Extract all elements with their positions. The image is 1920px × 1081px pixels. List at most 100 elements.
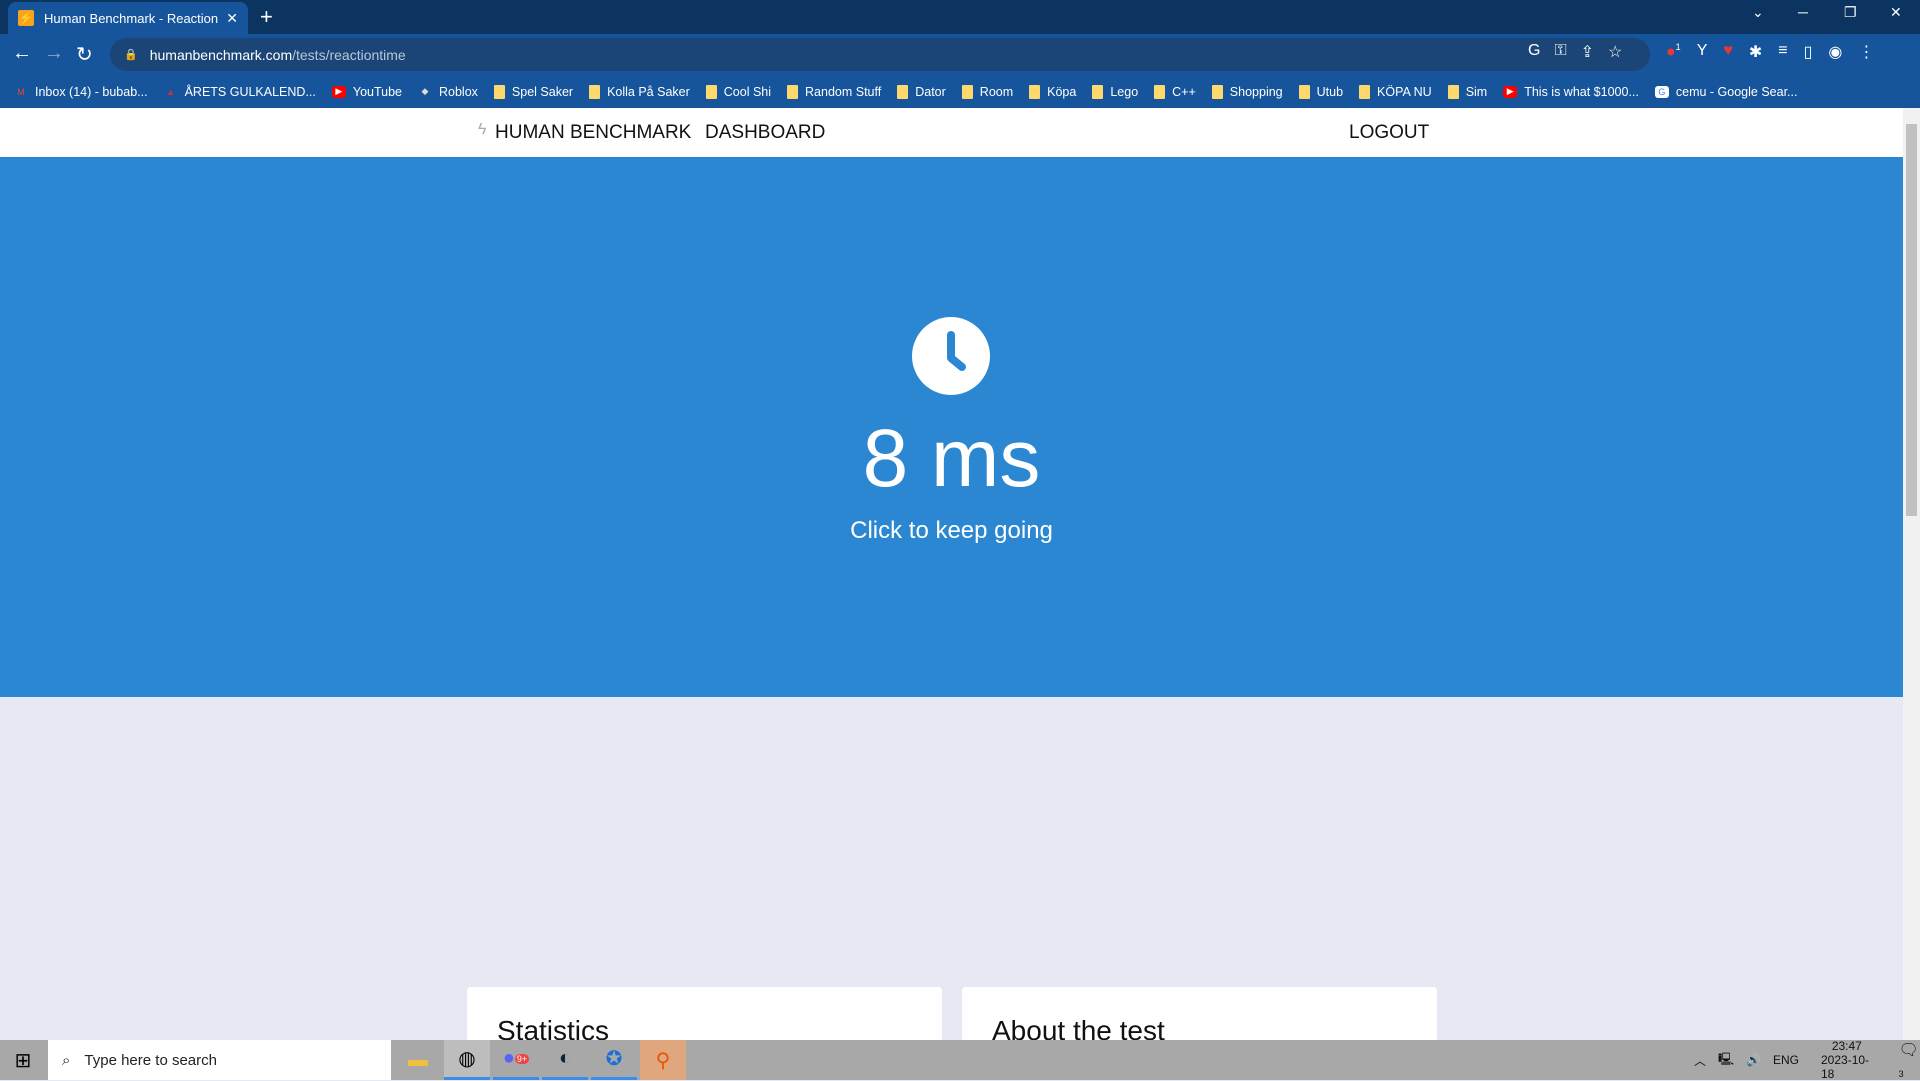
bookmark[interactable]: ▶ This is what $1000...: [1503, 85, 1639, 99]
bookmark-label: Room: [979, 84, 1014, 99]
bookmark[interactable]: Köpa: [1029, 84, 1077, 99]
dashboard-link[interactable]: DASHBOARD: [705, 122, 825, 144]
media-icon[interactable]: ≡: [1778, 42, 1787, 62]
bookmark[interactable]: Random Stuff: [787, 84, 881, 99]
network-icon[interactable]: 🖳: [1718, 1050, 1734, 1071]
bookmark[interactable]: ▲ ÅRETS GULKALEND...: [164, 85, 316, 99]
menu-icon[interactable]: ⋮: [1858, 42, 1874, 62]
bookmark-label: Lego: [1110, 84, 1139, 99]
taskbar: ⊞ ⌕ Type here to search ▬ ◍ ● 9+ ◐ ✪ ⚲ ︿ …: [0, 1039, 1920, 1081]
bookmark-label: C++: [1172, 84, 1196, 99]
bookmark-label: Cool Shi: [723, 84, 772, 99]
bookmark-label: Köpa: [1047, 84, 1077, 99]
folder-icon: [961, 84, 973, 99]
extension-pin-icon[interactable]: ♥: [1723, 42, 1733, 62]
language-indicator[interactable]: ENG: [1773, 1053, 1799, 1067]
bookmark[interactable]: Spel Saker: [493, 84, 574, 99]
tab-strip: ⚡ Human Benchmark - Reaction Time ✕ + ⌄ …: [0, 0, 1920, 34]
volume-icon[interactable]: 🔊: [1746, 1053, 1761, 1067]
tab-active[interactable]: ⚡ Human Benchmark - Reaction Time ✕: [8, 2, 248, 34]
tab-search-icon[interactable]: ⌄: [1752, 4, 1764, 21]
avatar[interactable]: ◉: [1828, 42, 1842, 62]
gmail-icon: M: [17, 86, 25, 97]
file-explorer-icon[interactable]: ▬: [395, 1040, 441, 1080]
bookmark-label: Shopping: [1229, 84, 1283, 99]
forward-icon[interactable]: →: [44, 42, 64, 65]
extension-icon[interactable]: ●1: [1666, 42, 1681, 62]
bolt-icon: ⚡: [18, 10, 34, 26]
bookmark[interactable]: Gcemu - Google Sear...: [1654, 85, 1797, 99]
bookmark-label: KÖPA NU: [1377, 84, 1432, 99]
windows-start-icon[interactable]: ⊞: [0, 1040, 46, 1080]
star-icon[interactable]: ☆: [1608, 42, 1622, 62]
address-bar[interactable]: 🔒 humanbenchmark.com/tests/reactiontime: [110, 38, 1650, 71]
bookmark-label: Utub: [1316, 84, 1344, 99]
share-icon[interactable]: ⇪: [1581, 42, 1594, 62]
folder-icon: [493, 84, 505, 99]
folder-icon: [897, 84, 909, 99]
chrome-icon[interactable]: ◍: [444, 1040, 490, 1080]
notifications-icon[interactable]: 🗨3: [1899, 1040, 1920, 1079]
search-app-icon[interactable]: ⚲: [640, 1040, 686, 1080]
brand-link[interactable]: HUMAN BENCHMARK: [495, 122, 691, 144]
reaction-time-result: 8 ms: [862, 413, 1041, 504]
reload-icon[interactable]: ↻: [76, 42, 93, 67]
bookmark[interactable]: Sim: [1447, 84, 1488, 99]
steam-icon[interactable]: ◐: [542, 1040, 588, 1080]
site-icon: ▲: [166, 86, 176, 97]
taskbar-search[interactable]: ⌕ Type here to search: [48, 1040, 391, 1080]
bookmark[interactable]: KÖPA NU: [1359, 84, 1432, 99]
close-window-button[interactable]: ✕: [1890, 4, 1902, 21]
scrollbar-thumb[interactable]: [1906, 124, 1917, 516]
battlenet-icon[interactable]: ✪: [591, 1040, 637, 1080]
bookmark[interactable]: Kolla På Saker: [589, 84, 690, 99]
new-tab-button[interactable]: +: [260, 4, 273, 30]
back-icon[interactable]: ←: [12, 42, 32, 65]
bookmark[interactable]: Dator: [897, 84, 946, 99]
search-icon: ⌕: [62, 1051, 71, 1069]
bookmark[interactable]: Room: [961, 84, 1014, 99]
bookmark[interactable]: ▶ YouTube: [331, 84, 402, 99]
key-icon[interactable]: ⚿: [1554, 42, 1566, 62]
bookmark[interactable]: ◆ Roblox: [418, 85, 478, 99]
extension-badge: 1: [1675, 42, 1681, 52]
bookmark-label: ÅRETS GULKALEND...: [184, 84, 316, 99]
discord-icon[interactable]: ● 9+: [493, 1040, 539, 1080]
bookmark[interactable]: M Inbox (14) - bubab...: [14, 84, 148, 99]
youtube-icon: ▶: [1503, 85, 1518, 98]
bookmark[interactable]: Utub: [1298, 84, 1344, 99]
bookmark[interactable]: Cool Shi: [705, 84, 772, 99]
bookmark-label: Dator: [915, 84, 946, 99]
reaction-test-area[interactable]: 8 ms Click to keep going: [0, 157, 1903, 697]
close-tab-icon[interactable]: ✕: [226, 10, 238, 27]
bookmark[interactable]: Shopping: [1211, 84, 1283, 99]
google-icon: G: [1654, 85, 1669, 98]
minimize-button[interactable]: ─: [1798, 4, 1808, 20]
tray-expand-icon[interactable]: ︿: [1694, 1052, 1706, 1069]
bookmark-label: Inbox (14) - bubab...: [35, 84, 148, 99]
extension-y-icon[interactable]: Y: [1697, 42, 1708, 62]
browser-toolbar: ← → ↻ 🔒 humanbenchmark.com/tests/reactio…: [0, 34, 1920, 75]
logout-link[interactable]: LOGOUT: [1349, 122, 1429, 144]
bookmark-label: Roblox: [439, 84, 478, 99]
url-domain: humanbenchmark.com: [149, 46, 293, 63]
about-card: About the test: [962, 987, 1437, 1047]
puzzle-icon[interactable]: ✱: [1749, 42, 1762, 62]
tab-title: Human Benchmark - Reaction Time: [44, 10, 219, 26]
bookmark[interactable]: Lego: [1092, 84, 1139, 99]
restore-button[interactable]: ❐: [1844, 4, 1857, 21]
side-panel-icon[interactable]: ▯: [1804, 42, 1813, 62]
bookmark-label: Spel Saker: [511, 84, 574, 99]
folder-icon: [705, 84, 717, 99]
youtube-icon: ▶: [331, 85, 346, 98]
date: 2023-10-18: [1821, 1053, 1870, 1081]
bookmark-label: This is what $1000...: [1524, 84, 1639, 99]
bookmark-label: Sim: [1465, 84, 1488, 99]
bookmark[interactable]: C++: [1154, 84, 1196, 99]
bookmark-label: YouTube: [352, 84, 402, 99]
folder-icon: [1154, 84, 1166, 99]
time: 23:47: [1831, 1039, 1862, 1053]
clock[interactable]: 23:47 2023-10-18: [1821, 1039, 1873, 1081]
google-icon[interactable]: G: [1528, 42, 1540, 62]
lock-icon: 🔒: [124, 49, 138, 61]
